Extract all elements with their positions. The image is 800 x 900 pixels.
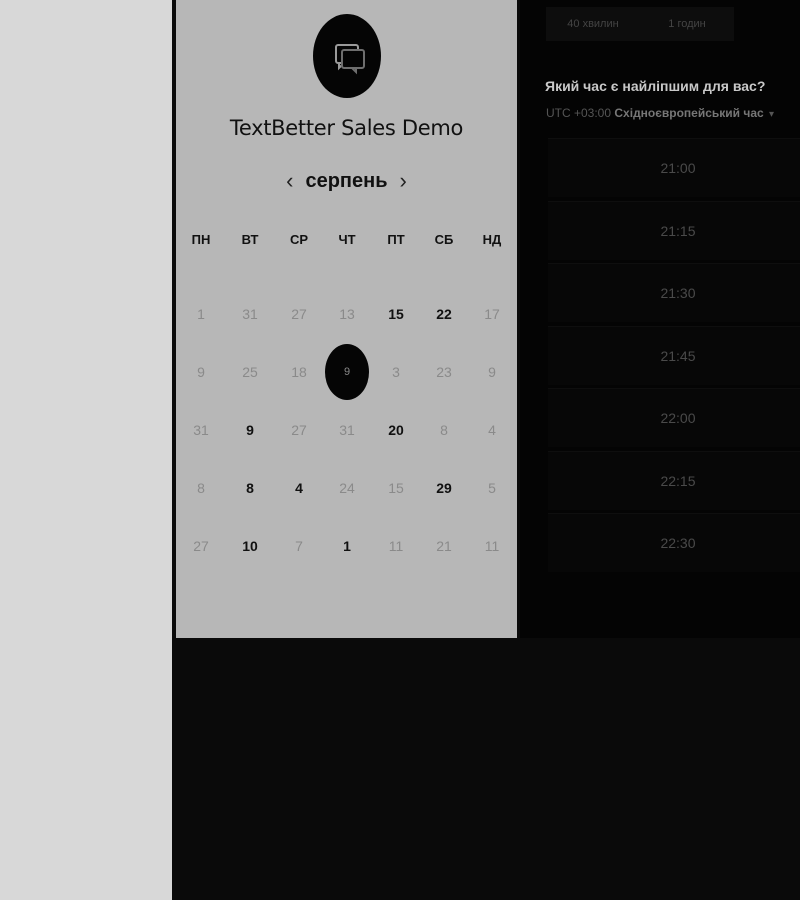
time-slot-button[interactable]: 21:00 <box>548 138 800 197</box>
calendar-day[interactable]: 10 <box>228 536 272 556</box>
calendar-day-selected[interactable]: 9 <box>325 344 369 400</box>
calendar-day[interactable]: 22 <box>422 304 466 324</box>
time-slot-button[interactable]: 21:30 <box>548 263 800 322</box>
time-slot-button[interactable]: 22:15 <box>548 450 800 510</box>
calendar-day: 18 <box>291 364 307 380</box>
time-slot-button[interactable]: 21:45 <box>548 325 800 385</box>
calendar-panel: TextBetter Sales Demo ‹ серпень › ПН ВТ СР… <box>176 0 517 638</box>
time-slot-button[interactable]: 22:30 <box>548 513 800 572</box>
calendar-day: 27 <box>193 538 209 554</box>
calendar-day[interactable]: 20 <box>374 420 418 440</box>
calendar-day: 25 <box>242 364 258 380</box>
weekday-header: ПТ <box>387 232 405 247</box>
calendar-day: 21 <box>436 538 452 554</box>
event-avatar <box>313 14 381 98</box>
month-navigation: ‹ серпень › <box>176 166 517 196</box>
calendar-day: 11 <box>388 538 404 554</box>
calendar-day[interactable]: 4 <box>277 478 321 498</box>
calendar-day: 11 <box>484 538 500 554</box>
chevron-right-icon[interactable]: › <box>400 170 407 192</box>
calendar-day: 31 <box>193 422 209 438</box>
chevron-left-icon[interactable]: ‹ <box>286 170 293 192</box>
calendar-day: 13 <box>339 306 355 322</box>
weekday-header: СБ <box>434 232 454 247</box>
weekday-header: НД <box>482 232 502 247</box>
weekday-header: СР <box>289 232 309 247</box>
calendar-day: 7 <box>295 538 303 554</box>
calendar-day: 31 <box>339 422 355 438</box>
time-slot-button[interactable]: 21:15 <box>548 200 800 260</box>
month-label: серпень <box>305 169 388 192</box>
calendar-day: 8 <box>197 480 205 496</box>
calendar-day: 24 <box>339 480 355 496</box>
time-question: Який час є найліпшим для вас? <box>545 78 766 94</box>
duration-option-40min[interactable]: 40 хвилин <box>546 7 640 41</box>
calendar-day: 9 <box>488 364 496 380</box>
calendar-day: 23 <box>436 364 452 380</box>
calendar-day: 5 <box>488 480 496 496</box>
time-slot-button[interactable]: 22:00 <box>548 388 800 447</box>
left-blank-pane <box>0 0 172 900</box>
calendar-day[interactable]: 9 <box>228 420 272 440</box>
chat-bubbles-icon <box>335 44 365 75</box>
calendar-day: 3 <box>392 364 400 380</box>
bottom-overlay <box>172 638 800 900</box>
weekday-header: ПН <box>191 232 211 247</box>
caret-down-icon: ▾ <box>769 109 775 120</box>
calendar-day: 17 <box>484 306 500 322</box>
timezone-name: Східноєвропейський час <box>614 106 764 120</box>
weekday-header: ЧТ <box>338 232 356 247</box>
calendar-day: 9 <box>197 364 205 380</box>
calendar-day[interactable]: 15 <box>374 304 418 324</box>
calendar-day: 8 <box>440 422 448 438</box>
calendar-day: 1 <box>197 306 205 322</box>
duration-option-1hour[interactable]: 1 годин <box>640 7 734 41</box>
time-selection-pane: 40 хвилин 1 годин Який час є найліпшим д… <box>520 0 800 640</box>
event-title: TextBetter Sales Demo <box>229 116 464 140</box>
weekday-header: ВТ <box>241 232 259 247</box>
calendar-day[interactable]: 1 <box>325 536 369 556</box>
timezone-offset: UTC +03:00 <box>546 106 612 120</box>
calendar-day: 31 <box>242 306 258 322</box>
calendar-day: 27 <box>291 422 307 438</box>
calendar-day[interactable]: 8 <box>228 478 272 498</box>
calendar-day: 15 <box>388 480 404 496</box>
calendar-day[interactable]: 29 <box>422 478 466 498</box>
timezone-selector[interactable]: UTC +03:00 Східноєвропейський час ▾ <box>546 106 774 120</box>
calendar-day: 4 <box>488 422 496 438</box>
calendar-day: 27 <box>291 306 307 322</box>
duration-selector: 40 хвилин 1 годин <box>546 7 734 41</box>
